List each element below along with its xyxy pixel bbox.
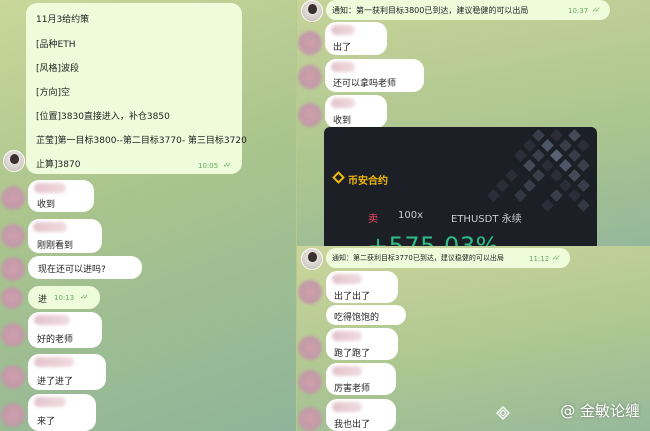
- read-checks-icon: ✓✓: [80, 293, 89, 301]
- message-text: 好的老师: [37, 335, 74, 345]
- sender-name: [34, 397, 66, 407]
- user-avatar[interactable]: [297, 406, 323, 431]
- notice-message: 通知：第二获利目标3770已到达，建议稳健的可以出局 11:12 ✓✓: [326, 248, 570, 268]
- message-bubble: 出了: [325, 22, 387, 55]
- watermark-logo-icon: [496, 406, 510, 420]
- sender-name: [332, 274, 362, 284]
- message-bubble: 我也出了: [326, 399, 396, 431]
- message-text: 跑了跑了: [334, 349, 371, 359]
- message-bubble: 来了: [28, 394, 96, 431]
- notice-text: 通知：第一获利目标3800已到达，建议稳健的可以出局: [332, 6, 529, 15]
- pnl-percentage: +575.03%: [368, 232, 499, 246]
- trade-screenshot-card[interactable]: 币安合约 卖 100x ETHUSDT 永续 +575.03%: [324, 127, 597, 246]
- message-time: 10:37: [568, 7, 589, 15]
- brand-label: 币安合约: [348, 176, 388, 187]
- user-avatar[interactable]: [297, 369, 323, 395]
- sender-name: [331, 62, 355, 72]
- user-avatar[interactable]: [0, 223, 26, 249]
- teacher-avatar[interactable]: [301, 0, 323, 22]
- sender-name: [34, 183, 66, 193]
- message-bubble: 刚刚看到: [28, 219, 102, 253]
- sender-name: [34, 357, 74, 367]
- teacher-avatar[interactable]: [3, 150, 25, 172]
- message-text: 厉害老师: [334, 384, 371, 394]
- read-checks-icon: ✓✓: [223, 161, 232, 169]
- message-text: 进了进了: [37, 377, 74, 387]
- notice-message: 通知：第一获利目标3800已到达，建议稳健的可以出局 10:37 ✓✓: [326, 0, 610, 20]
- user-avatar[interactable]: [297, 102, 323, 128]
- message-bubble: 好的老师: [28, 312, 102, 348]
- binance-logo-icon: [332, 171, 345, 184]
- message-text: 收到: [333, 116, 352, 126]
- message-bubble: 出了出了: [326, 271, 398, 303]
- plan-line: [位置]3830直接进入，补仓3850: [36, 112, 170, 122]
- message-bubble: 收到: [28, 180, 94, 212]
- message-text: 现在还可以进吗?: [38, 265, 106, 275]
- message-time: 10:05: [198, 162, 219, 170]
- user-avatar[interactable]: [0, 322, 26, 348]
- message-text: 吃得饱饱的: [334, 313, 380, 323]
- user-avatar[interactable]: [297, 64, 323, 90]
- message-time: 10:13: [54, 294, 75, 302]
- message-text: 我也出了: [334, 420, 371, 430]
- read-checks-icon: ✓✓: [592, 6, 601, 14]
- message-bubble: 吃得饱饱的: [326, 305, 406, 325]
- message-bubble: 进了进了: [28, 354, 106, 390]
- message-bubble: 厉害老师: [326, 363, 396, 395]
- message-bubble: 跑了跑了: [326, 328, 398, 360]
- message-text: 进: [38, 295, 48, 305]
- plan-line: [品种ETH: [36, 40, 76, 50]
- message-bubble: 现在还可以进吗?: [28, 256, 142, 279]
- notice-text: 通知：第二获利目标3770已到达，建议稳健的可以出局: [332, 254, 504, 262]
- read-checks-icon: ✓✓: [552, 254, 561, 262]
- plan-line: [风格]波段: [36, 64, 80, 74]
- chat-panel-left[interactable]: 11月3给约策 [品种ETH [风格]波段 [方向]空 [位置]3830直接进入…: [0, 0, 296, 431]
- sender-name: [331, 98, 355, 108]
- plan-line: 止算]3870: [36, 160, 81, 170]
- trade-side: 卖: [368, 214, 378, 225]
- message-text: 还可以拿吗老师: [333, 79, 397, 89]
- user-avatar[interactable]: [0, 185, 26, 211]
- message-bubble: 收到: [325, 95, 387, 128]
- sender-name: [332, 331, 362, 341]
- sender-name: [331, 25, 355, 35]
- own-message-bubble: 进 10:13 ✓✓: [28, 286, 100, 309]
- trade-leverage: 100x: [398, 210, 424, 221]
- user-avatar[interactable]: [0, 402, 26, 428]
- sender-name: [33, 222, 67, 232]
- sender-name: [332, 402, 362, 412]
- user-avatar[interactable]: [0, 364, 26, 390]
- user-avatar[interactable]: [0, 286, 24, 310]
- message-text: 刚刚看到: [37, 241, 74, 251]
- chat-panel-right-top[interactable]: 通知：第一获利目标3800已到达，建议稳健的可以出局 10:37 ✓✓ 出了 还…: [297, 0, 650, 246]
- trade-symbol: ETHUSDT 永续: [451, 214, 522, 225]
- message-text: 出了出了: [334, 292, 371, 302]
- trade-plan-message: 11月3给约策 [品种ETH [风格]波段 [方向]空 [位置]3830直接进入…: [26, 3, 247, 174]
- user-avatar[interactable]: [0, 256, 26, 282]
- plan-line: [方向]空: [36, 88, 71, 98]
- sender-name: [332, 366, 362, 376]
- watermark-text: @ 金敏论缠: [560, 402, 640, 420]
- message-time: 11:12: [529, 255, 550, 263]
- teacher-avatar[interactable]: [301, 248, 323, 270]
- user-avatar[interactable]: [297, 279, 323, 305]
- sender-name: [34, 315, 70, 325]
- message-text: 收到: [37, 200, 56, 210]
- message-text: 来了: [37, 417, 56, 427]
- message-bubble: 还可以拿吗老师: [325, 59, 424, 92]
- plan-line: 11月3给约策: [36, 15, 90, 25]
- user-avatar[interactable]: [297, 335, 323, 361]
- plan-line: 芷莹]第一目标3800--第二目标3770- 第三目标3720: [36, 136, 247, 146]
- user-avatar[interactable]: [297, 30, 323, 56]
- message-text: 出了: [333, 43, 352, 53]
